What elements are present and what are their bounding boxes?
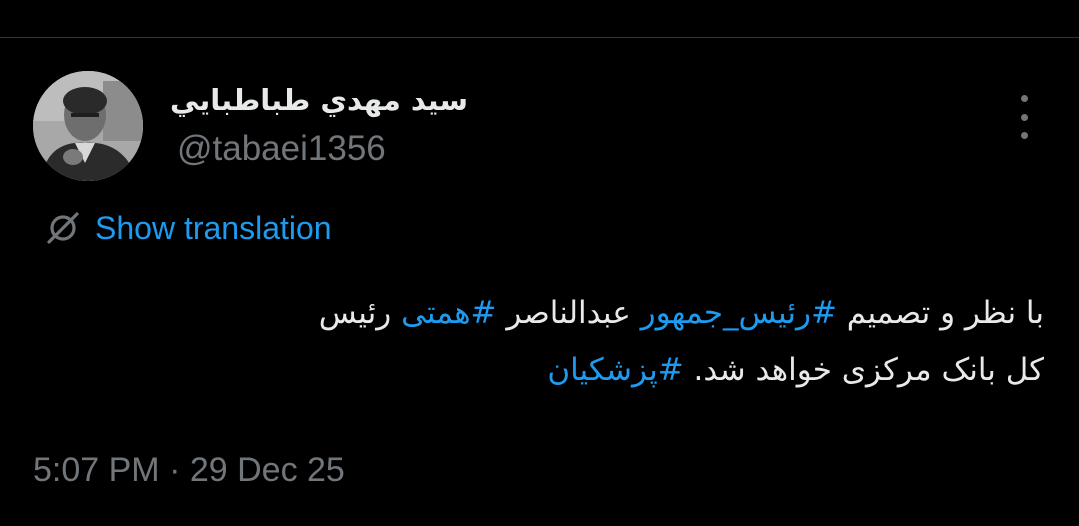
avatar[interactable] (33, 71, 143, 181)
hashtag-link[interactable]: #رئیس_جمهور (641, 295, 837, 331)
more-options-button[interactable] (1008, 95, 1040, 139)
timestamp-time: 5:07 PM (33, 451, 160, 489)
show-translation-button[interactable]: Show translation (45, 206, 332, 250)
avatar-photo (33, 71, 143, 181)
timestamp-separator: · (159, 451, 190, 489)
hashtag-link[interactable]: #پزشکیان (547, 352, 683, 388)
more-vertical-icon-dot (1020, 132, 1028, 139)
tweet-timestamp[interactable]: 5:07 PM · 29 Dec 25 (33, 448, 345, 492)
tweet-text: با نظر و تصمیم #رئیس_جمهور عبدالناصر #هم… (36, 285, 1044, 399)
more-vertical-icon (1020, 95, 1028, 102)
timestamp-date: 29 Dec 25 (189, 451, 345, 489)
tweet-text-segment: با نظر و تصمیم (836, 295, 1044, 331)
more-vertical-icon-dot (1020, 113, 1028, 121)
author-handle[interactable]: @tabaei1356 (177, 128, 386, 170)
tweet-text-segment: رئیس (318, 295, 402, 331)
show-translation-label: Show translation (95, 209, 332, 246)
tweet-text-segment: کل بانک مرکزی خواهد شد. (683, 352, 1044, 388)
author-display-name[interactable]: سيد مهدي طباطبايي (170, 80, 490, 120)
tweet-text-segment: عبدالناصر (496, 295, 641, 331)
translate-icon (47, 212, 79, 244)
hashtag-link[interactable]: #همتی (401, 295, 496, 331)
top-divider (0, 37, 1079, 38)
